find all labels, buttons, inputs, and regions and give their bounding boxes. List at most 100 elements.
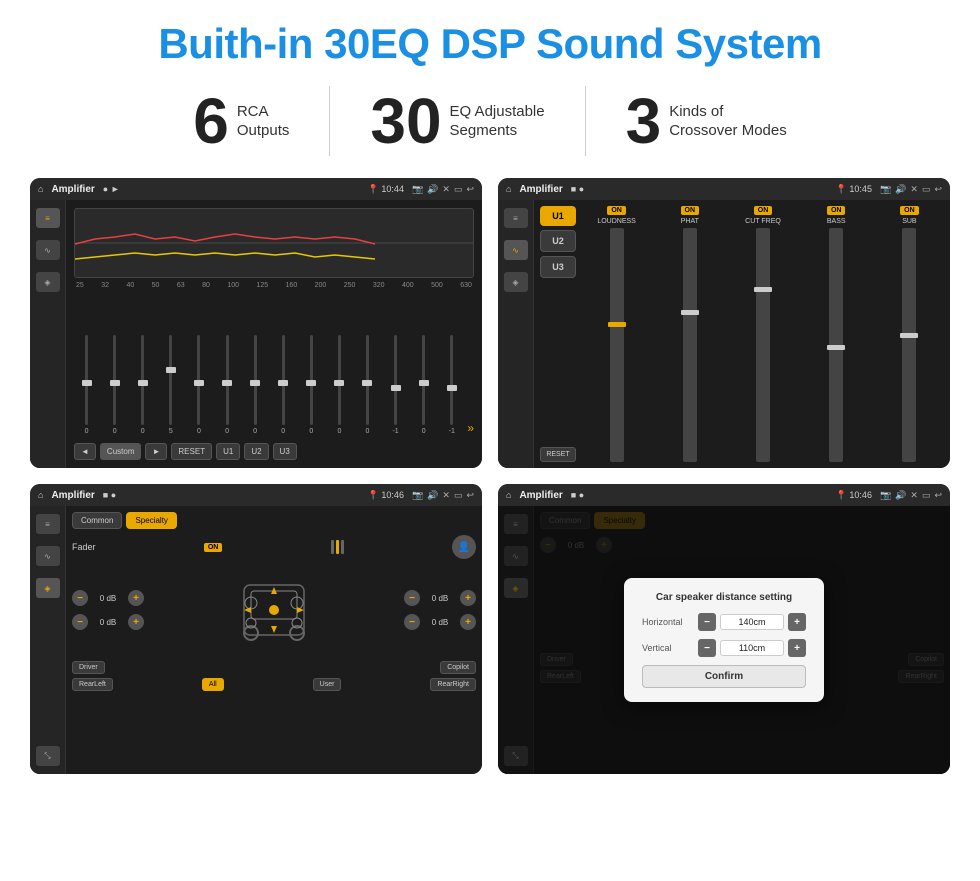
sidebar3-speaker-icon[interactable]: ◈ <box>36 578 60 598</box>
vertical-plus-btn[interactable]: + <box>788 639 806 657</box>
db2-minus-btn[interactable]: − <box>72 614 88 630</box>
eq-thumb-8[interactable] <box>278 380 288 386</box>
eq-thumb-1[interactable] <box>82 380 92 386</box>
sidebar3-expand-icon[interactable]: ⤡ <box>36 746 60 766</box>
eq-thumb-5[interactable] <box>194 380 204 386</box>
db4-plus-btn[interactable]: + <box>460 614 476 630</box>
eq-thumb-6[interactable] <box>222 380 232 386</box>
fader-tabs: Common Specialty <box>72 512 476 529</box>
eq-next-btn[interactable]: ► <box>145 443 167 460</box>
eq-more-btn[interactable]: » <box>467 421 474 435</box>
db4-minus-btn[interactable]: − <box>404 614 420 630</box>
topbar-title-3: Amplifier <box>51 490 94 501</box>
db4-value: 0 dB <box>426 618 454 627</box>
topbar-dot-4: ■ ● <box>571 490 584 500</box>
crossover-u3-btn[interactable]: U3 <box>540 256 576 278</box>
db-row-2: − 0 dB + <box>72 614 144 630</box>
horizontal-value: 140cm <box>720 614 784 630</box>
rearleft-zone-btn[interactable]: RearLeft <box>72 678 113 691</box>
screen-fader: ⌂ Amplifier ■ ● 📍 10:46 📷🔊✕▭↩ ≡ ∿ ◈ ⤡ <box>30 484 482 774</box>
eq-slider-11: 0 <box>355 335 380 435</box>
eq-thumb-11[interactable] <box>362 380 372 386</box>
vertical-value: 110cm <box>720 640 784 656</box>
db-row-3: − 0 dB + <box>404 590 476 606</box>
sidebar-wave-icon[interactable]: ∿ <box>36 240 60 260</box>
stat-label-crossover: Kinds ofCrossover Modes <box>669 102 787 141</box>
screen-crossover: ⌂ Amplifier ■ ● 📍 10:45 📷🔊✕▭↩ ≡ ∿ ◈ U1 <box>498 178 950 468</box>
eq-thumb-12[interactable] <box>391 385 401 391</box>
specialty-tab[interactable]: Specialty <box>126 512 176 529</box>
left-db-controls: − 0 dB + − 0 dB + <box>72 565 144 655</box>
all-zone-btn[interactable]: All <box>202 678 224 691</box>
stat-number-crossover: 3 <box>626 89 662 153</box>
sidebar2-speaker-icon[interactable]: ◈ <box>504 272 528 292</box>
user-zone-btn[interactable]: User <box>313 678 342 691</box>
crossover-u1-btn[interactable]: U1 <box>540 206 576 226</box>
eq-reset-btn[interactable]: RESET <box>171 443 212 460</box>
confirm-button[interactable]: Confirm <box>642 665 806 688</box>
cutfreq-thumb[interactable] <box>754 287 772 292</box>
copilot-zone-btn[interactable]: Copilot <box>440 661 476 674</box>
eq-thumb-7[interactable] <box>250 380 260 386</box>
db1-plus-btn[interactable]: + <box>128 590 144 606</box>
db1-value: 0 dB <box>94 594 122 603</box>
eq-u1-btn[interactable]: U1 <box>216 443 240 460</box>
db-row-1: − 0 dB + <box>72 590 144 606</box>
sidebar3-eq-icon[interactable]: ≡ <box>36 514 60 534</box>
eq-u2-btn[interactable]: U2 <box>244 443 268 460</box>
eq-slider-6: 0 <box>214 335 239 435</box>
db3-plus-btn[interactable]: + <box>460 590 476 606</box>
stat-label-rca: RCAOutputs <box>237 102 290 141</box>
eq-thumb-9[interactable] <box>306 380 316 386</box>
eq-thumb-14[interactable] <box>447 385 457 391</box>
sidebar3-wave-icon[interactable]: ∿ <box>36 546 60 566</box>
crossover-reset-btn[interactable]: RESET <box>540 447 576 462</box>
sidebar2-eq-icon[interactable]: ≡ <box>504 208 528 228</box>
horizontal-minus-btn[interactable]: − <box>698 613 716 631</box>
screen2-sidebar: ≡ ∿ ◈ <box>498 200 534 468</box>
zone-buttons: Driver Copilot <box>72 661 476 674</box>
phat-thumb[interactable] <box>681 310 699 315</box>
db2-plus-btn[interactable]: + <box>128 614 144 630</box>
car-diagram-area <box>152 565 396 655</box>
stat-rca: 6 RCAOutputs <box>153 89 329 153</box>
eq-thumb-10[interactable] <box>334 380 344 386</box>
sidebar2-wave-icon[interactable]: ∿ <box>504 240 528 260</box>
eq-slider-3: 0 <box>130 335 155 435</box>
bass-label: BASS <box>827 218 846 225</box>
sidebar-eq-icon[interactable]: ≡ <box>36 208 60 228</box>
db3-minus-btn[interactable]: − <box>404 590 420 606</box>
eq-sliders-row: 0 0 0 <box>74 293 474 435</box>
sidebar-speaker-icon[interactable]: ◈ <box>36 272 60 292</box>
topbar-home-2: ⌂ <box>506 184 511 194</box>
eq-track-1[interactable] <box>85 335 88 425</box>
topbar-title-1: Amplifier <box>51 184 94 195</box>
driver-zone-btn[interactable]: Driver <box>72 661 105 674</box>
common-tab[interactable]: Common <box>72 512 122 529</box>
horizontal-plus-btn[interactable]: + <box>788 613 806 631</box>
topbar-time-3: 📍 10:46 <box>368 490 404 501</box>
eq-custom-btn[interactable]: Custom <box>100 443 142 460</box>
vertical-minus-btn[interactable]: − <box>698 639 716 657</box>
db1-minus-btn[interactable]: − <box>72 590 88 606</box>
crossover-channels: ON LOUDNESS ON PHAT <box>582 206 944 462</box>
horizontal-label: Horizontal <box>642 617 692 627</box>
topbar-1: ⌂ Amplifier ● ► 📍 10:44 📷🔊✕▭↩ <box>30 178 482 200</box>
screenshots-grid: ⌂ Amplifier ● ► 📍 10:44 📷🔊✕▭↩ ≡ ∿ ◈ <box>30 178 950 774</box>
topbar-icons-3: 📷🔊✕▭↩ <box>412 490 474 501</box>
phat-on-badge: ON <box>681 206 700 215</box>
topbar-dot-1: ● ► <box>103 184 120 194</box>
eq-prev-btn[interactable]: ◄ <box>74 443 96 460</box>
eq-u3-btn[interactable]: U3 <box>273 443 297 460</box>
sub-thumb[interactable] <box>900 333 918 338</box>
eq-thumb-13[interactable] <box>419 380 429 386</box>
eq-thumb-4[interactable] <box>166 367 176 373</box>
bass-thumb[interactable] <box>827 345 845 350</box>
rearright-zone-btn[interactable]: RearRight <box>430 678 476 691</box>
screen1-content: ≡ ∿ ◈ <box>30 200 482 468</box>
eq-thumb-2[interactable] <box>110 380 120 386</box>
loudness-thumb[interactable] <box>608 322 626 327</box>
crossover-u2-btn[interactable]: U2 <box>540 230 576 252</box>
eq-thumb-3[interactable] <box>138 380 148 386</box>
screen-fader-dialog: ⌂ Amplifier ■ ● 📍 10:46 📷🔊✕▭↩ ≡ ∿ ◈ ⤡ <box>498 484 950 774</box>
